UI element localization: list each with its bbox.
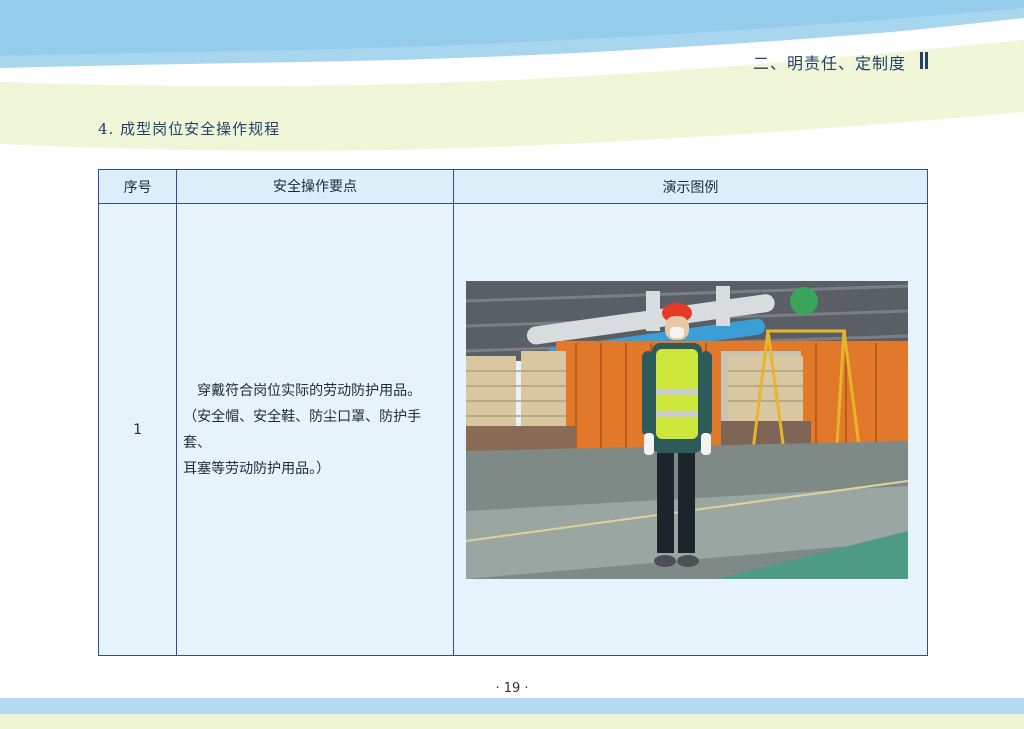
footer-band bbox=[0, 698, 1024, 714]
safety-point-line: 耳塞等劳动防护用品。） bbox=[183, 460, 331, 477]
page-subtitle: 4. 成型岗位安全操作规程 bbox=[98, 120, 281, 138]
safety-point-line: （安全帽、安全鞋、防尘口罩、防护手套、 bbox=[183, 408, 422, 451]
table-row: 1 穿戴符合岗位实际的劳动防护用品。 （安全帽、安全鞋、防尘口罩、防护手套、 耳… bbox=[97, 203, 929, 656]
row-safety-point: 穿戴符合岗位实际的劳动防护用品。 （安全帽、安全鞋、防尘口罩、防护手套、 耳塞等… bbox=[176, 203, 454, 656]
footer-band bbox=[0, 714, 1024, 729]
row-demo-cell bbox=[452, 203, 929, 656]
header-safety-points: 安全操作要点 bbox=[176, 169, 454, 204]
row-serial-no: 1 bbox=[97, 203, 178, 656]
section-marker-icon bbox=[920, 52, 928, 69]
header-demo-illustration: 演示图例 bbox=[452, 169, 929, 204]
section-label: 二、明责任、定制度 bbox=[752, 54, 906, 73]
safety-point-line: 穿戴符合岗位实际的劳动防护用品。 bbox=[197, 382, 422, 399]
table-header-row: 序号 安全操作要点 演示图例 bbox=[97, 169, 929, 204]
safety-operation-table: 序号 安全操作要点 演示图例 1 穿戴符合岗位实际的劳动防护用品。 （安全帽、安… bbox=[97, 169, 929, 656]
page-number: · 19 · bbox=[495, 681, 529, 696]
header-serial-no: 序号 bbox=[97, 169, 178, 204]
demo-photo bbox=[465, 280, 908, 579]
